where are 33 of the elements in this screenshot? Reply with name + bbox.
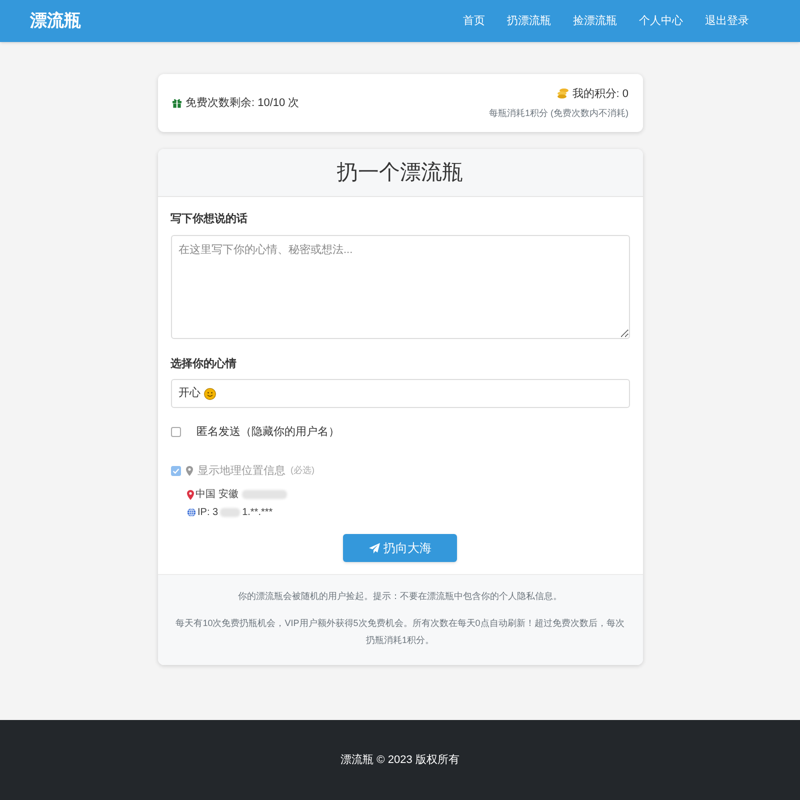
info-note: 每天有10次免费扔瓶机会，VIP用户额外获得5次免费机会。所有次数在每天0点自动刷新！超过免费次数后，每次扔瓶消耗1积分。 xyxy=(174,617,626,647)
nav-link[interactable]: 捡漂流瓶 xyxy=(562,8,628,34)
nav-link[interactable]: 首页 xyxy=(452,8,496,34)
free-count-text: 免费次数剩余: 10/10 次 xyxy=(186,96,300,111)
location-text: 中国 安徽 xyxy=(196,488,238,502)
ip-text: 1.**.*** xyxy=(242,506,273,520)
field-label: 写下你想说的话 xyxy=(170,212,248,227)
checkbox[interactable] xyxy=(170,427,180,438)
checkbox-label[interactable]: 匿名发送（隐藏你的用户名） xyxy=(196,424,340,440)
redaction-blur xyxy=(220,508,240,517)
required-note: (必选) xyxy=(290,464,314,477)
globe-icon xyxy=(186,508,196,517)
nav-link[interactable]: 扔漂流瓶 xyxy=(496,8,562,34)
copyright-text: 漂流瓶 © 2023 版权所有 xyxy=(340,752,460,768)
message-textarea[interactable]: 在这里写下你的心情、秘密或想法... xyxy=(170,234,630,338)
info-note: 你的漂流瓶会被随机的用户捡起。提示：不要在漂流瓶中包含你的个人隐私信息。 xyxy=(238,590,562,603)
map-pin-icon xyxy=(186,466,192,476)
ip-text: IP: 3 xyxy=(198,506,218,520)
map-pin-icon xyxy=(186,490,194,500)
card-title: 扔一个漂流瓶 xyxy=(337,160,463,186)
paper-plane-icon xyxy=(368,542,380,554)
smiley-icon xyxy=(204,388,216,400)
points-note: 每瓶消耗1积分 (免费次数内不消耗) xyxy=(489,107,628,120)
points-text: 我的积分: 0 xyxy=(572,86,628,102)
mood-select[interactable]: 开心 xyxy=(170,379,630,408)
field-label: 选择你的心情 xyxy=(170,356,238,372)
nav-link[interactable]: 个人中心 xyxy=(628,8,694,34)
site-logo[interactable]: 漂流瓶 xyxy=(30,8,81,34)
coins-icon xyxy=(557,88,570,100)
throw-button[interactable]: 扔向大海 xyxy=(343,534,457,562)
nav-link[interactable]: 退出登录 xyxy=(694,8,760,34)
gift-icon xyxy=(172,98,182,108)
redaction-blur xyxy=(242,490,288,499)
